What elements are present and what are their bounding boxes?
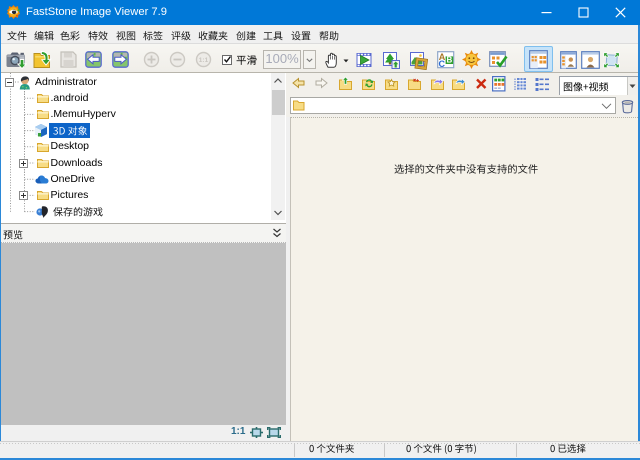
svg-text:C: C xyxy=(439,59,446,69)
svg-text:1:1: 1:1 xyxy=(199,57,209,64)
svg-text:B: B xyxy=(447,56,453,65)
